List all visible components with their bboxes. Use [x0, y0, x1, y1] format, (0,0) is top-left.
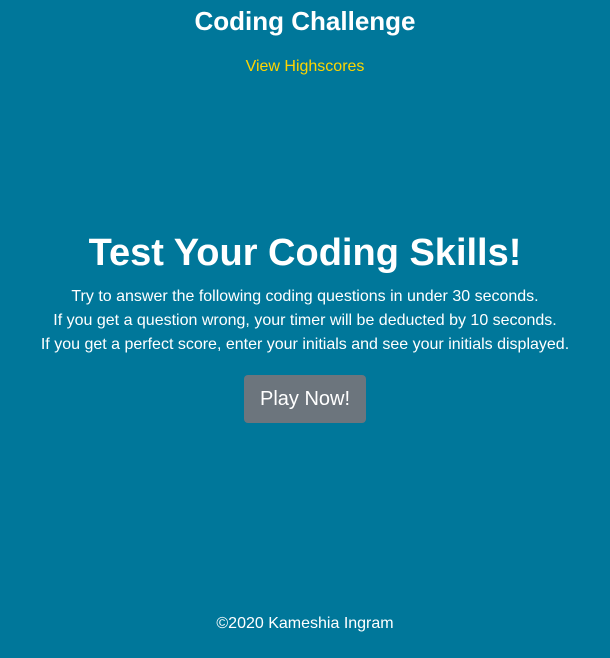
instruction-line: If you get a perfect score, enter your i… — [40, 336, 570, 353]
instruction-line: If you get a question wrong, your timer … — [53, 312, 557, 329]
hero-heading: Test Your Coding Skills! — [88, 232, 522, 274]
page-footer: ©2020 Kameshia Ingram — [0, 614, 610, 634]
view-highscores-link[interactable]: View Highscores — [246, 57, 365, 77]
app-title: Coding Challenge — [194, 6, 416, 36]
page-header: Coding Challenge View Highscores — [0, 0, 610, 77]
start-screen: Test Your Coding Skills! Try to answer t… — [0, 230, 610, 423]
play-now-button[interactable]: Play Now! — [243, 375, 367, 423]
instruction-line: Try to answer the following coding quest… — [71, 288, 539, 305]
copyright-text: ©2020 Kameshia Ingram — [216, 615, 394, 632]
instructions: Try to answer the following coding quest… — [0, 285, 610, 357]
